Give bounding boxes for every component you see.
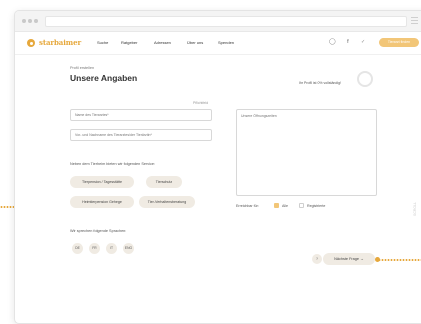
service-chip-gehege[interactable]: Heimtierpension Gehege xyxy=(70,196,134,208)
reachable-all-label: Alle xyxy=(282,204,288,208)
nav-link-spenden[interactable]: Spenden xyxy=(218,40,234,45)
breadcrumb: Profil erstellen xyxy=(70,66,95,70)
help-button[interactable]: ? xyxy=(312,254,322,264)
service-chip-verhalten[interactable]: Tier-Verhaltensberatung xyxy=(139,196,195,208)
required-note: Pflichtfeld xyxy=(193,101,209,105)
site-nav: starbaimer Suche Ratgeber Adressen Über … xyxy=(15,32,421,55)
nav-link-ratgeber[interactable]: Ratgeber xyxy=(121,40,137,45)
service-chip-pension[interactable]: Tierpension / Tagesstätte xyxy=(70,176,134,188)
find-vet-button[interactable]: Tierarzt finden xyxy=(379,38,419,47)
nav-link-suche[interactable]: Suche xyxy=(97,40,108,45)
reachable-registered-checkbox[interactable] xyxy=(299,203,304,208)
address-bar[interactable] xyxy=(45,16,407,27)
opening-hours-textarea[interactable] xyxy=(236,109,377,196)
reachable-all-checkbox[interactable] xyxy=(274,203,279,208)
languages-label: Wir sprechen folgende Sprachen: xyxy=(70,229,127,233)
window-dot xyxy=(28,19,32,23)
window-dot xyxy=(34,19,38,23)
vet-name-input[interactable] xyxy=(70,109,212,121)
lock-icon[interactable]: ◯ xyxy=(329,39,336,45)
language-chip-de[interactable]: DE xyxy=(72,243,83,254)
vet-fullname-input[interactable] xyxy=(70,129,212,141)
language-chip-it[interactable]: IT xyxy=(106,243,117,254)
logo-icon xyxy=(27,39,35,47)
browser-window: starbaimer Suche Ratgeber Adressen Über … xyxy=(14,10,421,324)
hamburger-icon[interactable] xyxy=(411,17,418,25)
service-chip-tierschutz[interactable]: Tierschutz xyxy=(146,176,182,188)
connector-dots-right xyxy=(378,259,421,261)
next-question-label: Nächste Frage xyxy=(334,257,360,261)
profile-progress-ring xyxy=(357,71,373,87)
facebook-icon[interactable]: f xyxy=(347,39,349,45)
site-logo[interactable]: starbaimer xyxy=(39,38,81,47)
reachable-registered-label: Registrierte xyxy=(307,204,326,208)
connector-dots-left xyxy=(0,206,14,208)
page-title: Unsere Angaben xyxy=(70,73,138,83)
browser-titlebar xyxy=(15,11,421,32)
services-label: Neben dem Tierheim bieten wir folgenden … xyxy=(70,162,156,166)
nav-link-adressen[interactable]: Adressen xyxy=(154,40,171,45)
reachable-label: Erreichbar für: xyxy=(236,204,259,208)
profile-status-text: Ihr Profil ist 0% vollständig! xyxy=(299,81,342,85)
next-question-button[interactable]: Nächste Frage → xyxy=(323,253,375,265)
nav-link-ueber-uns[interactable]: Über uns xyxy=(187,40,203,45)
arrow-right-icon: → xyxy=(360,257,364,261)
window-dot xyxy=(22,19,26,23)
language-chip-eng[interactable]: ENG xyxy=(123,243,134,254)
language-chip-fr[interactable]: FR xyxy=(89,243,100,254)
scroll-label: SCROLL xyxy=(413,201,417,216)
twitter-icon[interactable]: ✓ xyxy=(361,39,365,45)
